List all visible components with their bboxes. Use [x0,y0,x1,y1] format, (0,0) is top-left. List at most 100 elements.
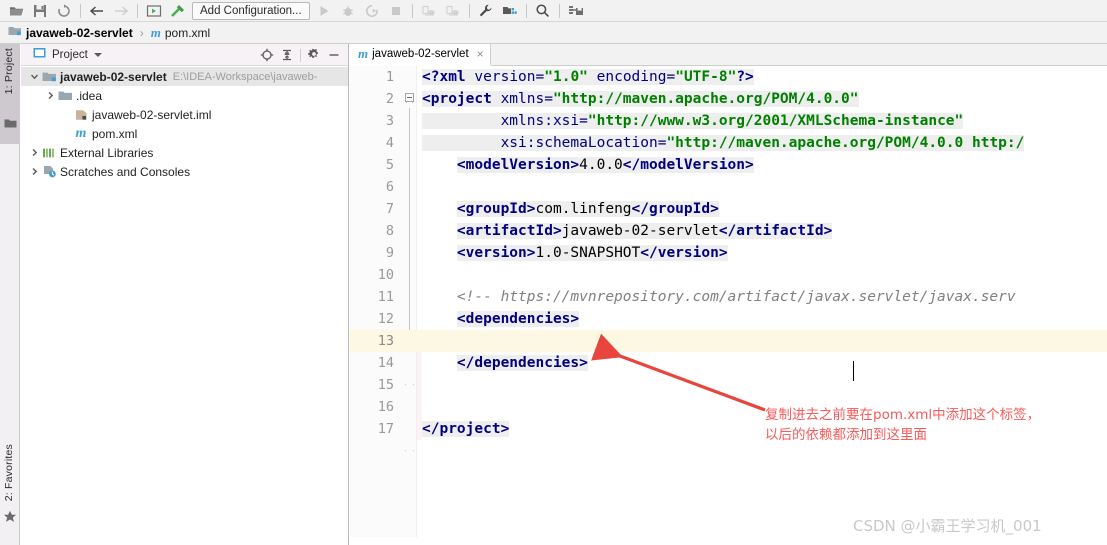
collapse-all-icon[interactable] [277,45,297,65]
code-token: <project [422,91,492,107]
line-number: 13 [377,333,394,349]
code-line-6[interactable]: 6 [350,176,1107,198]
line-number: 10 [377,267,394,283]
code-token: <groupId> [456,201,536,217]
code-line-2[interactable]: 2 <project xmlns="http://maven.apache.org… [350,88,1107,110]
profile-cpu-icon [441,1,465,21]
editor-horizontal-scrollbar[interactable] [350,537,1107,545]
line-content: <groupId>com.linfeng</groupId> [422,198,719,220]
code-line-11[interactable]: 11 <!-- https://mvnrepository.com/artifa… [350,286,1107,308]
code-line-1[interactable]: 1 <?xml version="1.0" encoding="UTF-8"?> [350,66,1107,88]
code-line-10[interactable]: 10 [350,264,1107,286]
iml-module-icon [73,109,89,121]
left-tool-rail: 1: Project 2: Favorites [0,44,20,545]
code-line-3[interactable]: 3 xmlns:xsi="http://www.w3.org/2001/XMLS… [350,110,1107,132]
breadcrumb-project[interactable]: javaweb-02-servlet [26,26,133,40]
text-caret [853,361,854,381]
editor-tab-pom[interactable]: m javaweb-02-servlet × [350,44,491,66]
line-number: 3 [385,113,394,129]
settings-gear-icon[interactable] [304,45,324,65]
chevron-down-icon[interactable] [27,72,41,81]
line-content: <artifactId>javaweb-02-servlet</artifact… [422,220,833,242]
tree-item-javaweb-02-servlet-iml[interactable]: javaweb-02-servlet.iml [21,105,348,124]
code-token: <? [422,69,440,85]
code-line-5[interactable]: 5 <modelVersion>4.0.0</modelVersion> [350,154,1107,176]
folder-icon [3,116,17,130]
line-number: 17 [377,421,394,437]
toolbar-separator-4 [468,3,470,18]
build-hammer-icon[interactable] [166,1,190,21]
line-number: 6 [385,179,394,195]
code-line-8[interactable]: 8 <artifactId>javaweb-02-servlet</artifa… [350,220,1107,242]
locate-target-icon[interactable] [257,45,277,65]
line-number: 15 [377,377,394,393]
chevron-right-icon[interactable] [27,167,41,176]
code-token: xmlns:xsi= [422,113,588,129]
vcs-update-icon[interactable] [564,1,588,21]
code-token: </project> [422,421,510,437]
breadcrumb: javaweb-02-servlet › m pom.xml [0,22,1107,44]
line-content: </dependencies> [422,352,588,374]
line-number: 9 [385,245,394,261]
line-content: <modelVersion>4.0.0</modelVersion> [422,154,754,176]
tree-item-pom-xml[interactable]: m pom.xml [21,124,348,143]
sync-icon[interactable] [52,1,76,21]
main-toolbar: Add Configuration... [0,0,1107,22]
code-line-12[interactable]: 12 <dependencies> [350,308,1107,330]
code-token: "http://www.w3.org/2001/XMLSchema-instan… [587,113,964,129]
run-config-icon[interactable] [142,1,166,21]
rail-favorites-label[interactable]: 2: Favorites [3,444,15,501]
maven-m-icon: m [75,125,87,141]
back-arrow-icon[interactable] [85,1,109,21]
tree-item-label: javaweb-02-servlet [60,69,167,84]
hide-minimize-icon[interactable] [324,45,344,65]
project-panel-actions [257,44,344,66]
annotation-line-1: 复制进去之前要在pom.xml中添加这个标签， [765,407,1041,423]
rail-project-label[interactable]: 1: Project [3,48,15,94]
tree-item-external-libraries[interactable]: External Libraries [21,143,348,162]
close-icon[interactable]: × [477,47,484,61]
chevron-right-icon[interactable] [43,91,57,100]
code-line-13[interactable]: 13 [350,330,1107,352]
code-line-14[interactable]: 14 </dependencies> [350,352,1107,374]
breadcrumb-separator: › [139,25,144,40]
code-line-4[interactable]: 4 xsi:schemaLocation="http://maven.apach… [350,132,1107,154]
chevron-right-icon[interactable] [27,148,41,157]
code-line-9[interactable]: 9 <version>1.0-SNAPSHOT</version> [350,242,1107,264]
code-token: encoding= [587,69,676,85]
chevron-down-icon[interactable] [93,52,102,57]
code-editor[interactable]: 1 <?xml version="1.0" encoding="UTF-8"?> 2… [350,66,1107,545]
code-token: </artifactId> [718,223,833,239]
line-number: 5 [385,157,394,173]
line-number: 4 [385,135,394,151]
structure-icon[interactable] [498,1,522,21]
save-icon[interactable] [28,1,52,21]
open-folder-icon[interactable] [4,1,28,21]
search-icon[interactable] [531,1,555,21]
line-number: 11 [377,289,394,305]
tree-item-javaweb-02-servlet[interactable]: javaweb-02-servlet E:\IDEA-Workspace\java… [21,67,348,86]
code-line-15[interactable]: 15 [350,374,1107,396]
add-configuration-button[interactable]: Add Configuration... [192,1,310,20]
idea-window: Add Configuration... javaweb-02-servlet … [0,0,1107,545]
code-token: </dependencies> [456,355,588,371]
tree-item-scratches-and-consoles[interactable]: Scratches and Consoles [21,162,348,181]
toolbar-separator-3 [411,3,413,18]
code-line-7[interactable]: 7 <groupId>com.linfeng</groupId> [350,198,1107,220]
breadcrumb-file[interactable]: pom.xml [165,26,210,40]
code-token: 4.0.0 [579,157,623,173]
scratches-icon [41,165,57,178]
tree-item-idea[interactable]: .idea [21,86,348,105]
debug-icon [336,1,360,21]
line-content: xsi:schemaLocation="http://maven.apache.… [422,132,1025,154]
code-token: <!-- https://mvnrepository.com/artifact/… [456,289,1016,305]
code-lines: 1 <?xml version="1.0" encoding="UTF-8"?> 2… [350,66,1107,545]
line-number: 2 [385,91,394,107]
wrench-icon[interactable] [474,1,498,21]
toolbar-separator-6 [558,3,560,18]
